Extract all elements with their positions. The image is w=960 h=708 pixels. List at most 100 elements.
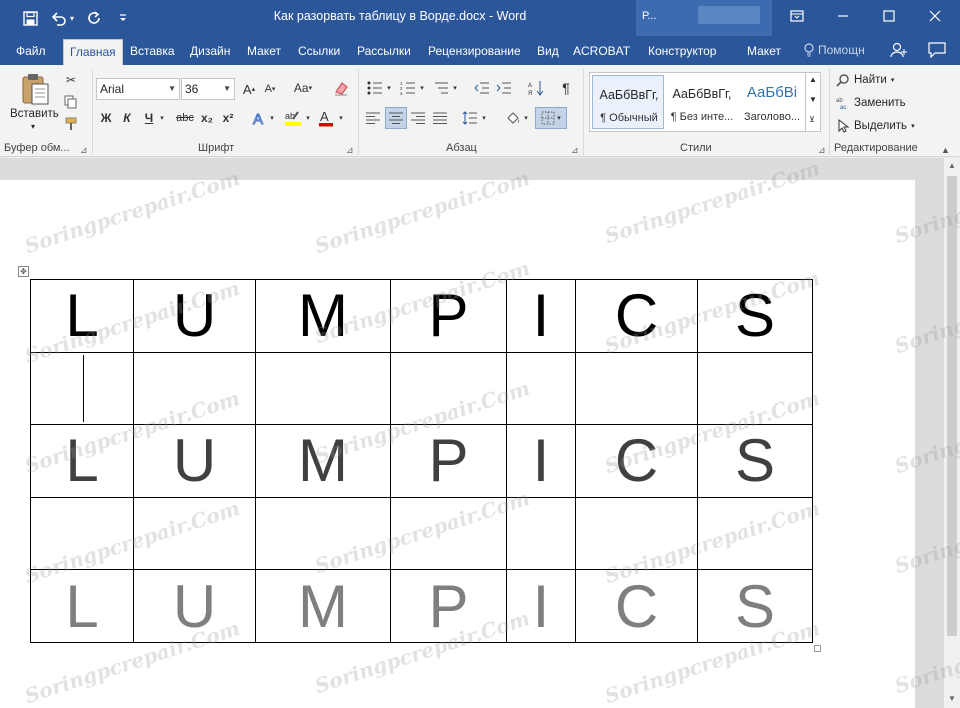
- align-center-icon[interactable]: [385, 107, 407, 129]
- chevron-down-icon[interactable]: ▾: [522, 107, 530, 129]
- share-icon[interactable]: [890, 42, 908, 61]
- chevron-down-icon[interactable]: ▾: [268, 107, 276, 129]
- table-cell[interactable]: [133, 351, 256, 426]
- styles-more-icon[interactable]: ⊻: [809, 115, 815, 124]
- scroll-up-icon[interactable]: ▲: [809, 75, 817, 84]
- table-move-handle-icon[interactable]: ✥: [18, 266, 29, 277]
- table-cell[interactable]: [30, 351, 134, 426]
- decrease-indent-icon[interactable]: [472, 78, 492, 98]
- superscript-button[interactable]: x²: [219, 107, 237, 129]
- style-heading-1[interactable]: АаБбВі Заголово...: [736, 75, 808, 129]
- save-icon[interactable]: [19, 8, 41, 28]
- paste-dropdown-icon[interactable]: ▾: [31, 122, 35, 131]
- redo-icon[interactable]: [83, 8, 105, 28]
- account-area[interactable]: Р...: [636, 0, 772, 36]
- tab-table-design[interactable]: Конструктор: [642, 39, 722, 65]
- tab-references[interactable]: Ссылки: [292, 39, 346, 65]
- table-cell[interactable]: U: [133, 279, 256, 353]
- table-cell[interactable]: I: [506, 569, 576, 643]
- ribbon-display-options-icon[interactable]: [774, 0, 820, 32]
- table-cell[interactable]: L: [30, 279, 134, 353]
- table-cell[interactable]: U: [133, 569, 256, 643]
- shrink-font-icon[interactable]: A ▾: [261, 79, 279, 99]
- close-icon[interactable]: [912, 0, 958, 32]
- numbering-icon[interactable]: 123: [397, 78, 419, 98]
- increase-indent-icon[interactable]: [494, 78, 514, 98]
- chevron-down-icon[interactable]: ▼: [168, 79, 176, 99]
- table-cell[interactable]: S: [697, 569, 813, 643]
- font-launcher-icon[interactable]: ⊿: [346, 145, 354, 156]
- bullets-icon[interactable]: [364, 78, 386, 98]
- table-cell[interactable]: L: [30, 569, 134, 643]
- chevron-down-icon[interactable]: ▾: [451, 78, 459, 98]
- tab-layout[interactable]: Макет: [241, 39, 287, 65]
- highlight-icon[interactable]: ab: [282, 107, 304, 129]
- scrollbar-thumb[interactable]: [947, 176, 957, 636]
- table-cell[interactable]: I: [506, 424, 576, 498]
- copy-icon[interactable]: [62, 93, 80, 111]
- collapse-ribbon-icon[interactable]: ▲: [941, 145, 950, 155]
- lumpics-table[interactable]: LUMPICSLUMPICSLUMPICS: [30, 279, 813, 643]
- chevron-down-icon[interactable]: ▾: [480, 107, 488, 129]
- table-cell[interactable]: L: [30, 424, 134, 498]
- table-cell[interactable]: P: [390, 569, 507, 643]
- table-cell[interactable]: [697, 351, 813, 426]
- tab-acrobat[interactable]: ACROBAT: [567, 39, 636, 65]
- table-cell[interactable]: M: [255, 279, 391, 353]
- replace-button[interactable]: ab ac Заменить: [836, 96, 906, 110]
- table-resize-handle[interactable]: [814, 645, 821, 652]
- table-cell[interactable]: [133, 496, 256, 571]
- table-cell[interactable]: S: [697, 424, 813, 498]
- font-color-icon[interactable]: A: [316, 107, 336, 129]
- grow-font-icon[interactable]: A ▴: [240, 79, 258, 99]
- chevron-down-icon[interactable]: ▾: [304, 107, 312, 129]
- style-normal[interactable]: АаБбВвГг, ¶ Обычный: [592, 75, 664, 129]
- chevron-down-icon[interactable]: ▾: [891, 76, 895, 84]
- table-cell[interactable]: [255, 351, 391, 426]
- table-cell[interactable]: S: [697, 279, 813, 353]
- tab-mailings[interactable]: Рассылки: [351, 39, 417, 65]
- paragraph-launcher-icon[interactable]: ⊿: [571, 145, 579, 156]
- text-effects-icon[interactable]: A: [250, 107, 270, 129]
- underline-dropdown-icon[interactable]: ▾: [157, 107, 167, 129]
- table-cell[interactable]: P: [390, 424, 507, 498]
- justify-icon[interactable]: [430, 107, 450, 129]
- change-case-button[interactable]: Aa ▾: [288, 78, 318, 98]
- scroll-down-icon[interactable]: ▼: [948, 694, 956, 703]
- table-cell[interactable]: M: [255, 569, 391, 643]
- tab-view[interactable]: Вид: [531, 39, 565, 65]
- borders-icon[interactable]: ▾: [535, 107, 567, 129]
- comment-icon[interactable]: [928, 42, 946, 61]
- tab-home[interactable]: Главная: [63, 39, 123, 65]
- font-name-combo[interactable]: Arial ▼: [96, 78, 180, 100]
- table-cell[interactable]: [575, 351, 698, 426]
- tell-me-box[interactable]: Помощн: [804, 43, 865, 57]
- style-no-spacing[interactable]: АаБбВвГг, ¶ Без инте...: [666, 75, 738, 129]
- table-cell[interactable]: [575, 496, 698, 571]
- align-left-icon[interactable]: [363, 107, 383, 129]
- vertical-scrollbar[interactable]: ▲ ▼: [943, 158, 960, 708]
- undo-dropdown-icon[interactable]: ▾: [67, 8, 77, 28]
- table-cell[interactable]: P: [390, 279, 507, 353]
- clear-formatting-icon[interactable]: [331, 78, 351, 98]
- underline-button[interactable]: Ч: [140, 107, 158, 129]
- table-cell[interactable]: [30, 496, 134, 571]
- styles-launcher-icon[interactable]: ⊿: [818, 145, 826, 156]
- paste-icon[interactable]: [12, 71, 58, 107]
- table-cell[interactable]: I: [506, 279, 576, 353]
- tab-design[interactable]: Дизайн: [184, 39, 236, 65]
- strikethrough-button[interactable]: abc: [174, 107, 196, 129]
- line-spacing-icon[interactable]: [460, 107, 480, 129]
- table-cell[interactable]: C: [575, 279, 698, 353]
- bold-button[interactable]: Ж: [97, 107, 115, 129]
- chevron-down-icon[interactable]: ▾: [385, 78, 393, 98]
- tab-file[interactable]: Файл: [10, 39, 52, 65]
- paste-button[interactable]: Вставить: [10, 108, 59, 120]
- table-cell[interactable]: U: [133, 424, 256, 498]
- clipboard-launcher-icon[interactable]: ⊿: [80, 145, 88, 156]
- show-formatting-marks-button[interactable]: ¶: [556, 78, 576, 98]
- subscript-button[interactable]: x₂: [198, 107, 216, 129]
- shading-icon[interactable]: [502, 107, 524, 129]
- chevron-down-icon[interactable]: ▾: [337, 107, 345, 129]
- chevron-down-icon[interactable]: ▾: [911, 122, 915, 130]
